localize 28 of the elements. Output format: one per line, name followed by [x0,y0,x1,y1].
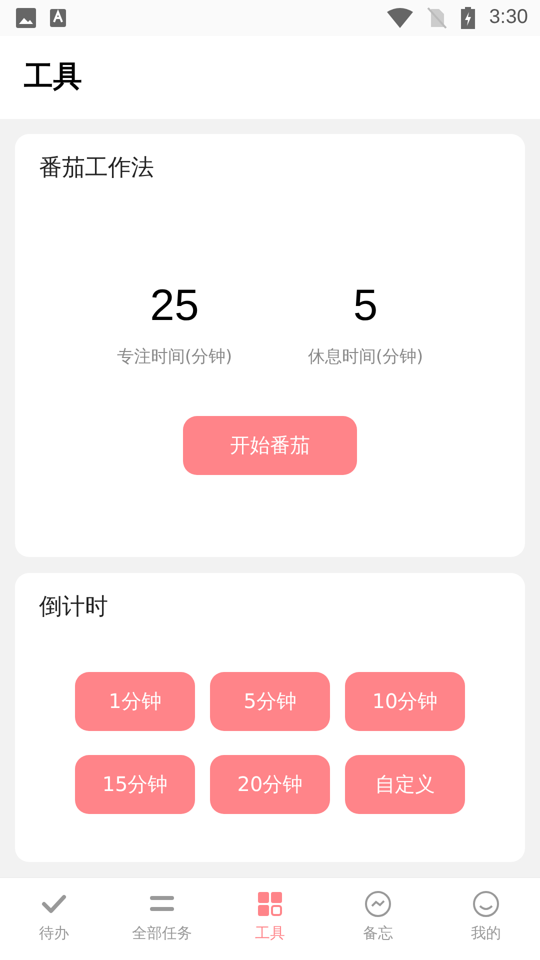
wifi-icon [387,8,414,28]
stat-value: 5 [353,280,378,331]
start-button[interactable]: 开始番茄 [183,416,357,475]
nav-tab[interactable]: 待办 [0,878,108,960]
text-icon [50,8,66,27]
card-title: 倒计时 [39,592,109,622]
nav-tab[interactable]: 全部任务 [108,878,216,960]
battery-icon [461,6,476,29]
timer-button[interactable]: 1分钟 [75,672,195,731]
stat-label: 休息时间(分钟) [308,346,424,368]
smile-icon [472,890,500,918]
page-title: 工具 [24,58,82,96]
no-sim-icon [427,6,448,29]
card-title: 番茄工作法 [39,154,155,183]
status-time: 3:30 [489,6,528,30]
grid-icon [256,890,284,918]
nav-tab[interactable]: 我的 [432,878,540,960]
image-icon [16,8,36,28]
timer-button[interactable]: 10分钟 [345,672,465,731]
nav-tab[interactable]: 备忘 [324,878,432,960]
timer-button[interactable]: 自定义 [345,754,465,814]
pulse-circle-icon [364,890,392,918]
timer-button[interactable]: 15分钟 [75,754,195,814]
stat-value: 25 [150,280,199,331]
nav-tab[interactable]: 工具 [216,878,324,960]
timer-button[interactable]: 20分钟 [210,754,330,814]
stat-label: 专注时间(分钟) [116,346,232,368]
timer-button[interactable]: 5分钟 [210,672,330,731]
